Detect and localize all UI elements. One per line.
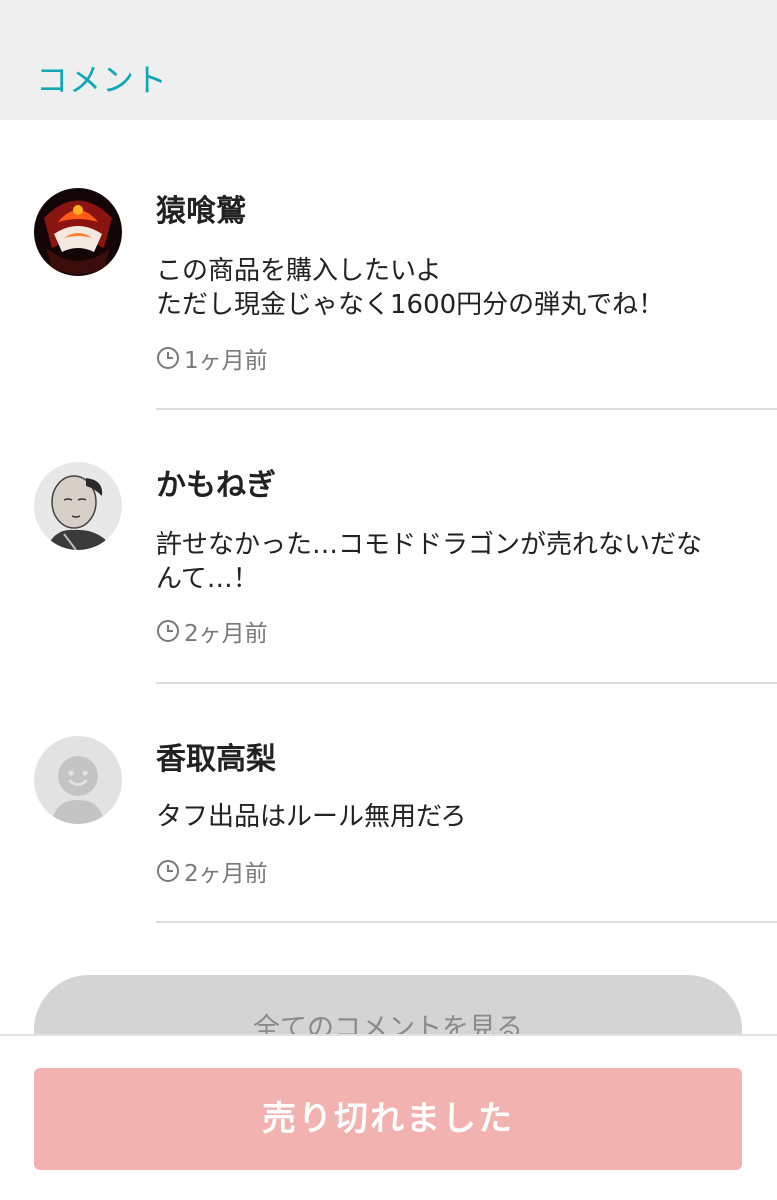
comment-text: この商品を購入したいよ ただし現金じゃなく1600円分の弾丸でね！ <box>156 256 665 320</box>
divider <box>156 408 777 410</box>
header-title: コメント <box>36 61 169 99</box>
clock-icon <box>157 860 179 882</box>
comment-author[interactable]: かもねぎ <box>156 466 276 506</box>
avatar[interactable] <box>34 188 122 276</box>
comment-author[interactable]: 猿喰鷲 <box>156 192 246 232</box>
comments-page: コメント 猿喰鷲 この商品を購入したいよ ただし現金じゃなく1600円分の弾丸で… <box>0 0 777 1200</box>
avatar[interactable] <box>34 736 122 824</box>
comments-header: コメント <box>0 0 777 120</box>
comment-time-label: 2ヶ月前 <box>184 861 268 887</box>
comment-time: 1ヶ月前 <box>156 343 268 374</box>
avatar[interactable] <box>34 462 122 550</box>
red-mask-avatar-icon <box>34 188 122 276</box>
comment-text: タフ出品はルール無用だろ <box>156 802 467 832</box>
divider <box>156 682 777 684</box>
comment-text: 許せなかった…コモドドラゴンが売れないだな んて…！ <box>156 530 703 594</box>
comment-author[interactable]: 香取高梨 <box>156 740 276 780</box>
clock-icon <box>157 620 179 642</box>
comment-time-label: 1ヶ月前 <box>184 348 268 374</box>
sold-out-button[interactable]: 売り切れました <box>34 1068 742 1170</box>
portrait-sketch-avatar-icon <box>34 462 122 550</box>
comment-time-label: 2ヶ月前 <box>184 621 268 647</box>
bottom-action-bar: 売り切れました <box>0 1034 777 1200</box>
comment-time: 2ヶ月前 <box>156 856 268 887</box>
clock-icon <box>157 347 179 369</box>
default-smiley-avatar-icon <box>34 736 122 824</box>
comment-time: 2ヶ月前 <box>156 616 268 647</box>
divider <box>156 921 777 923</box>
